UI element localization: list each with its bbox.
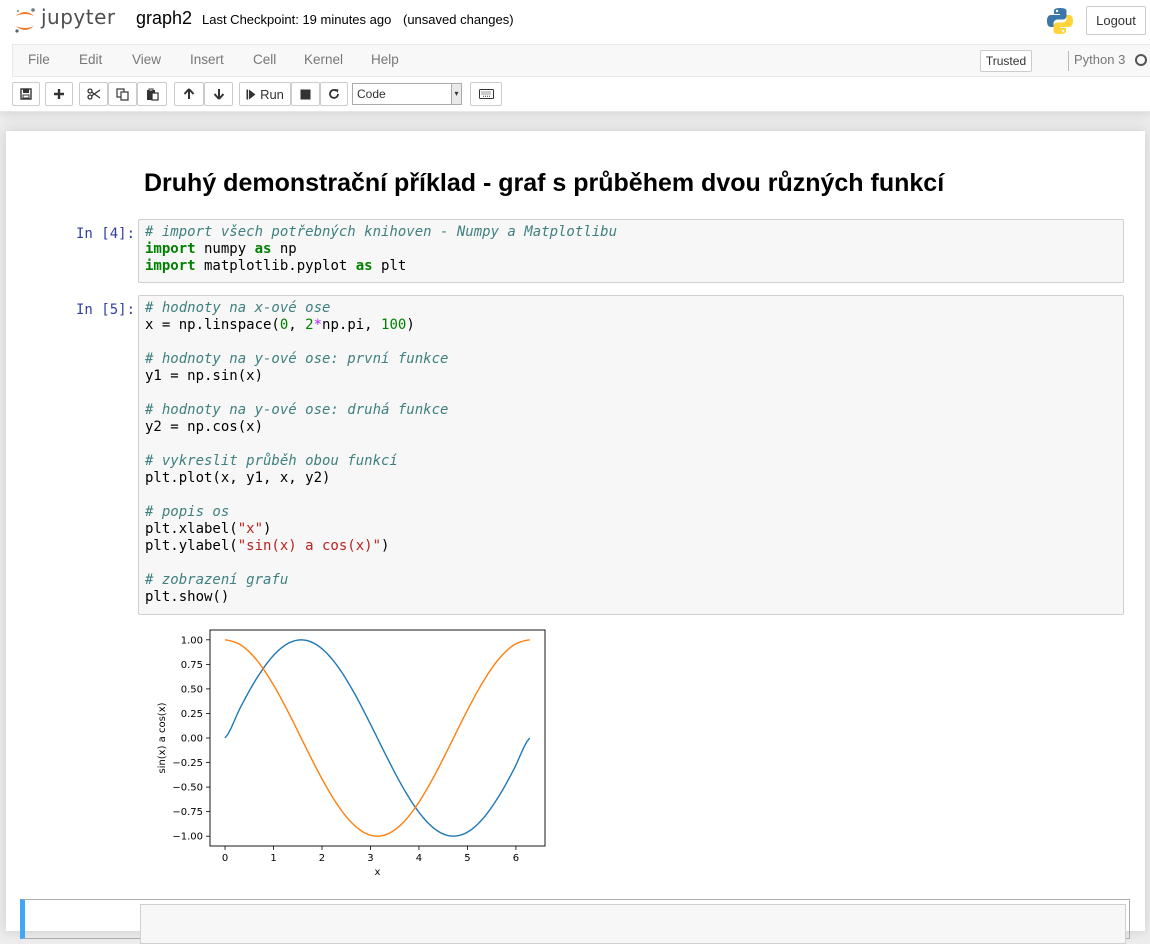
cell-type-select[interactable]: Code ▾ (352, 83, 462, 105)
x-tick-label: 0 (222, 853, 228, 864)
code-line: import numpy as np (145, 241, 297, 257)
y-tick-label: 0.50 (181, 684, 203, 695)
paste-button[interactable] (137, 82, 167, 106)
interrupt-button[interactable] (291, 82, 320, 106)
x-tick-label: 4 (416, 853, 422, 864)
code-line: plt.plot(x, y1, x, y2) (145, 470, 331, 486)
keyboard-icon (478, 89, 494, 99)
code-line: plt.show() (145, 589, 230, 605)
code-cell-input[interactable]: # import všech potřebných knihoven - Num… (138, 219, 1124, 283)
kernel-idle-icon (1135, 54, 1147, 66)
x-axis-label: x (375, 867, 381, 878)
output-line-chart: 0 1 2 3 4 5 6 −1.00 −0.75 −0.50 −0.25 0.00 0.25 0.50 0… (157, 629, 546, 878)
menubar: File Edit View Insert Cell Kernel Help T… (12, 44, 1150, 77)
y-tick-label: 0.75 (181, 660, 203, 671)
cell-prompt: In [5]: (76, 302, 136, 318)
restart-button[interactable] (320, 82, 348, 106)
jupyter-logo-icon (15, 8, 35, 33)
logout-button[interactable]: Logout (1086, 6, 1146, 35)
y-tick-label: 0.25 (181, 709, 203, 720)
menu-kernel[interactable]: Kernel (304, 52, 343, 67)
x-tick-label: 2 (319, 853, 325, 864)
insert-cell-button[interactable] (45, 82, 73, 106)
cell-type-value: Code (357, 87, 386, 101)
cut-button[interactable] (79, 82, 108, 106)
jupyter-logo-text: jupyter (41, 5, 116, 29)
x-tick-label: 6 (513, 853, 519, 864)
code-cell-input[interactable]: # hodnoty na x-ové ose x = np.linspace(0… (138, 295, 1124, 615)
move-up-button[interactable] (174, 82, 204, 106)
code-line: # zobrazení grafu (145, 572, 289, 588)
menu-cell[interactable]: Cell (253, 52, 276, 67)
command-palette-button[interactable] (470, 82, 502, 106)
checkpoint-status: Last Checkpoint: 19 minutes ago (202, 12, 392, 27)
header-top-bar: jupyter graph2 Last Checkpoint: 19 minut… (0, 0, 1150, 44)
move-down-button[interactable] (204, 82, 233, 106)
save-button[interactable] (12, 82, 40, 106)
code-line: # vykreslit průběh obou funkcí (145, 453, 398, 469)
arrow-up-icon (183, 88, 195, 99)
x-tick-label: 5 (464, 853, 470, 864)
menu-insert[interactable]: Insert (190, 52, 224, 67)
code-line: import matplotlib.pyplot as plt (145, 258, 407, 274)
series-line-0 (224, 639, 531, 837)
restart-icon (329, 89, 339, 99)
menu-view[interactable]: View (132, 52, 161, 67)
run-button[interactable]: Run (239, 82, 291, 106)
y-tick-label: −0.50 (172, 783, 203, 794)
jupyter-logo[interactable]: jupyter (13, 4, 123, 36)
code-line: y2 = np.cos(x) (145, 419, 264, 435)
plus-icon (54, 89, 64, 99)
code-line: # hodnoty na y-ové ose: první funkce (145, 351, 449, 367)
code-line: x = np.linspace(0, 2*np.pi, 100) (145, 317, 415, 333)
kernel-name: Python 3 (1074, 52, 1126, 67)
menu-edit[interactable]: Edit (79, 52, 102, 67)
code-line: # popis os (145, 504, 230, 520)
run-label: Run (260, 86, 284, 102)
code-line: # hodnoty na y-ové ose: druhá funkce (145, 402, 449, 418)
x-tick-label: 3 (367, 853, 373, 864)
menu-file[interactable]: File (28, 52, 50, 67)
y-axis-label: sin(x) a cos(x) (157, 702, 168, 773)
code-line: # hodnoty na x-ové ose (145, 300, 331, 316)
markdown-heading[interactable]: Druhý demonstrační příklad - graf s průb… (144, 169, 944, 198)
y-tick-label: 1.00 (181, 635, 203, 646)
python-logo-icon (1047, 8, 1073, 34)
paste-icon (146, 88, 159, 101)
arrow-down-icon (213, 89, 224, 100)
code-cell-input[interactable] (140, 904, 1126, 944)
chevron-down-icon: ▾ (451, 84, 461, 104)
autosave-status: (unsaved changes) (403, 12, 514, 27)
y-tick-label: −1.00 (172, 832, 203, 843)
kernel-divider (1068, 51, 1069, 71)
selected-code-cell[interactable] (20, 899, 1130, 944)
y-tick-label: −0.75 (172, 807, 203, 818)
cut-icon (86, 88, 100, 100)
y-tick-label: 0.00 (181, 734, 203, 745)
notebook-container: Druhý demonstrační příklad - graf s průb… (6, 131, 1145, 944)
run-icon (246, 89, 256, 99)
save-icon (20, 88, 32, 100)
header: jupyter graph2 Last Checkpoint: 19 minut… (0, 0, 1150, 112)
trusted-indicator[interactable]: Trusted (980, 50, 1032, 72)
code-comment: # import všech potřebných knihoven - Num… (145, 224, 618, 240)
code-line: plt.ylabel("sin(x) a cos(x)") (145, 538, 390, 554)
stop-icon (300, 89, 311, 99)
copy-icon (116, 87, 129, 101)
notebook-name[interactable]: graph2 (136, 8, 192, 29)
x-tick-label: 1 (270, 853, 276, 864)
copy-button[interactable] (108, 82, 137, 106)
y-tick-label: −0.25 (172, 758, 203, 769)
cell-prompt: In [4]: (76, 226, 136, 242)
code-line: plt.xlabel("x") (145, 521, 272, 537)
code-line: y1 = np.sin(x) (145, 368, 264, 384)
menu-help[interactable]: Help (371, 52, 399, 67)
